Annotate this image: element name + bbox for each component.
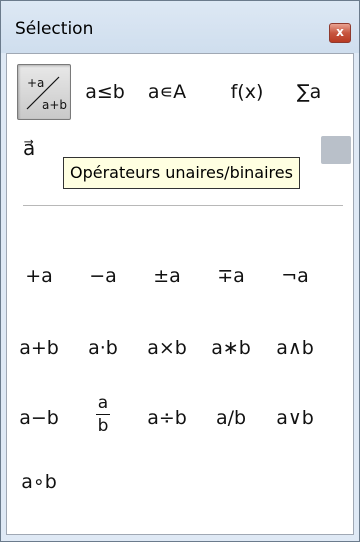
category-set-operations-label: a∊A xyxy=(147,81,187,103)
category-attributes-label: a⃗ xyxy=(23,136,36,160)
close-button[interactable]: x xyxy=(329,23,351,43)
svg-text:a+b: a+b xyxy=(42,98,67,112)
symbol-not-a[interactable]: ¬a xyxy=(263,256,327,296)
symbol-a-over-b[interactable]: a b xyxy=(71,394,135,442)
category-hidden-button[interactable] xyxy=(321,136,351,164)
symbol-plus-a[interactable]: +a xyxy=(7,256,71,296)
category-relations-button[interactable]: a≤b xyxy=(75,64,135,120)
symbol-a-ast-b[interactable]: a∗b xyxy=(199,328,263,368)
symbol-a-plus-b[interactable]: a+b xyxy=(7,328,71,368)
fraction-denominator: b xyxy=(97,416,109,436)
symbol-a-minus-b[interactable]: a−b xyxy=(7,398,71,438)
category-operators-button[interactable]: ∑a xyxy=(279,64,339,120)
category-divider xyxy=(23,205,343,206)
fraction-numerator: a xyxy=(97,393,109,413)
symbol-plusminus-a[interactable]: ±a xyxy=(135,256,199,296)
symbol-minus-a[interactable]: −a xyxy=(71,256,135,296)
selection-window: Sélection x +a a+b a≤b a∊A f(x) ∑a a⃗ +a… xyxy=(0,0,360,542)
symbol-a-and-b[interactable]: a∧b xyxy=(263,328,327,368)
title-bar[interactable]: Sélection x xyxy=(1,1,359,53)
symbol-a-times-b[interactable]: a×b xyxy=(135,328,199,368)
svg-text:+a: +a xyxy=(27,76,44,90)
category-functions-button[interactable]: f(x) xyxy=(217,64,277,120)
fraction-bar xyxy=(96,414,110,415)
window-title: Sélection xyxy=(15,19,94,39)
symbol-minusplus-a[interactable]: ∓a xyxy=(199,256,263,296)
category-operators-label: ∑a xyxy=(296,81,322,103)
symbol-a-cdot-b[interactable]: a·b xyxy=(71,328,135,368)
symbols-panel: +a a+b a≤b a∊A f(x) ∑a a⃗ +a −a ±a ∓a ¬a xyxy=(6,53,354,535)
tooltip: Opérateurs unaires/binaires xyxy=(63,157,300,189)
category-relations-label: a≤b xyxy=(85,81,125,103)
category-attributes-button[interactable]: a⃗ xyxy=(23,136,35,160)
category-unary-binary-button[interactable]: +a a+b xyxy=(17,64,71,120)
category-functions-label: f(x) xyxy=(230,81,264,103)
symbol-a-slash-b[interactable]: a/b xyxy=(199,398,263,438)
symbol-a-div-b[interactable]: a÷b xyxy=(135,398,199,438)
category-set-operations-button[interactable]: a∊A xyxy=(137,64,197,120)
symbol-a-circ-b[interactable]: a∘b xyxy=(7,462,71,502)
unary-binary-fraction-icon: +a a+b xyxy=(26,76,67,112)
close-icon: x xyxy=(336,25,344,39)
symbol-a-or-b[interactable]: a∨b xyxy=(263,398,327,438)
